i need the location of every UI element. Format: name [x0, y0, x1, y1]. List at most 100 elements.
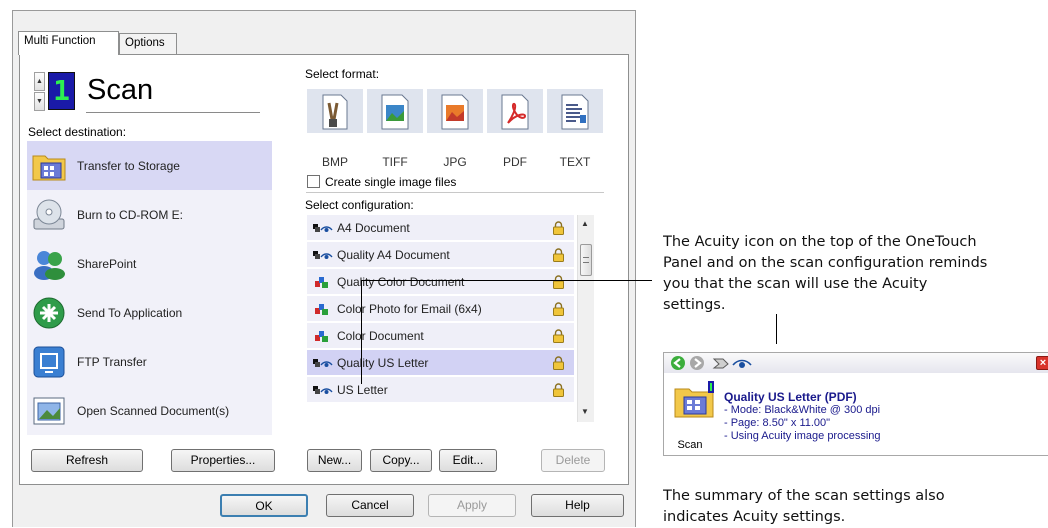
- select-configuration-label: Select configuration:: [305, 198, 414, 212]
- pdf-icon: [501, 94, 529, 130]
- lock-icon: [553, 302, 564, 316]
- annotation-line: indicates Acuity settings.: [663, 509, 846, 525]
- bmp-icon: [322, 94, 348, 130]
- back-icon[interactable]: [670, 355, 686, 371]
- configuration-item[interactable]: Quality US Letter: [307, 350, 574, 377]
- format-tiff[interactable]: [367, 89, 423, 133]
- delete-button[interactable]: Delete: [541, 449, 605, 472]
- destination-item-ftp-transfer[interactable]: FTP Transfer: [27, 337, 272, 386]
- configuration-label: Color Photo for Email (6x4): [337, 301, 482, 316]
- acuity-eye-icon: [313, 250, 333, 259]
- destination-item-sharepoint[interactable]: SharePoint: [27, 239, 272, 288]
- acuity-eye-icon: [313, 385, 333, 394]
- configuration-label: US Letter: [337, 382, 388, 397]
- format-label-jpg: JPG: [443, 155, 467, 169]
- configuration-label: Quality Color Document: [337, 274, 465, 289]
- text-icon: [561, 94, 589, 130]
- tab-multi-function[interactable]: Multi Function: [18, 31, 119, 55]
- lock-icon: [553, 275, 564, 289]
- format-label-tiff: TIFF: [382, 155, 408, 169]
- title-underline: [86, 112, 260, 113]
- onetouch-panel: × Scan Quality US Letter (PDF) - Mode: B…: [663, 352, 1048, 456]
- annotation-line: The summary of the scan settings also: [663, 488, 945, 504]
- select-format-label: Select format:: [305, 67, 380, 81]
- scroll-thumb[interactable]: [580, 244, 592, 276]
- configuration-item[interactable]: Color Photo for Email (6x4): [307, 296, 574, 323]
- folder-storage-icon[interactable]: [672, 379, 716, 419]
- configuration-label: Color Document: [337, 328, 424, 343]
- format-label-text: TEXT: [559, 155, 591, 169]
- summary-lines: - Mode: Black&White @ 300 dpi - Page: 8.…: [724, 404, 881, 443]
- configuration-item[interactable]: Color Document: [307, 323, 574, 350]
- configuration-item[interactable]: US Letter: [307, 377, 574, 404]
- destination-item-send-to-application[interactable]: Send To Application: [27, 288, 272, 337]
- destination-item-transfer-to-storage[interactable]: Transfer to Storage: [27, 141, 272, 190]
- callout-line-vertical: [361, 280, 362, 384]
- scan-title: Scan: [87, 74, 154, 106]
- tab-panel: ▲ ▼ 1 Scan Select destination: Transfer …: [19, 54, 629, 485]
- single-image-checkbox[interactable]: [307, 175, 320, 188]
- edit-button[interactable]: Edit...: [439, 449, 497, 472]
- properties-button[interactable]: Properties...: [171, 449, 275, 472]
- destination-list: Transfer to Storage Burn to CD-ROM E: Sh…: [27, 141, 272, 435]
- color-icon: [315, 303, 328, 315]
- lock-icon: [553, 383, 564, 397]
- destination-item-open-scanned-documents[interactable]: Open Scanned Document(s): [27, 386, 272, 435]
- color-icon: [315, 276, 328, 288]
- scanner-settings-icon[interactable]: [712, 356, 730, 370]
- tiff-icon: [381, 94, 409, 130]
- summary-line: - Mode: Black&White @ 300 dpi: [724, 404, 881, 416]
- annotation-acuity: The Acuity icon on the top of the OneTou…: [663, 232, 1048, 316]
- lock-icon: [553, 329, 564, 343]
- spin-down-icon[interactable]: ▼: [34, 92, 45, 111]
- scan-number-display: 1: [48, 72, 75, 110]
- cd-rom-icon: [33, 199, 65, 229]
- spin-up-icon[interactable]: ▲: [34, 72, 45, 91]
- copy-button[interactable]: Copy...: [370, 449, 432, 472]
- refresh-button[interactable]: Refresh: [31, 449, 143, 472]
- color-icon: [315, 330, 328, 342]
- sharepoint-icon: [34, 250, 65, 280]
- format-text[interactable]: [547, 89, 603, 133]
- lock-icon: [553, 248, 564, 262]
- configuration-label: Quality US Letter: [337, 355, 429, 370]
- cancel-button[interactable]: Cancel: [326, 494, 414, 517]
- destination-label: SharePoint: [77, 256, 137, 271]
- format-pdf[interactable]: [487, 89, 543, 133]
- divider: [306, 192, 604, 193]
- close-icon[interactable]: ×: [1036, 356, 1048, 370]
- format-label-bmp: BMP: [321, 155, 348, 169]
- scroll-up-icon[interactable]: ▲: [581, 219, 589, 228]
- panel-toolbar: ×: [664, 353, 1048, 373]
- configuration-item[interactable]: Quality A4 Document: [307, 242, 574, 269]
- folder-storage-icon: [32, 155, 66, 180]
- format-jpg[interactable]: [427, 89, 483, 133]
- summary-line: - Using Acuity image processing: [724, 430, 881, 442]
- format-bmp[interactable]: [307, 89, 363, 133]
- new-button[interactable]: New...: [307, 449, 362, 472]
- destination-label: FTP Transfer: [77, 354, 147, 369]
- summary-title: Quality US Letter (PDF): [724, 390, 857, 404]
- tab-options[interactable]: Options: [119, 33, 177, 55]
- config-scrollbar[interactable]: ▲ ▼: [577, 215, 594, 422]
- configuration-item[interactable]: Quality Color Document: [307, 269, 574, 296]
- destination-item-burn-cd[interactable]: Burn to CD-ROM E:: [27, 190, 272, 239]
- acuity-eye-icon: [732, 359, 752, 368]
- callout-line-horizontal: [361, 280, 652, 281]
- destination-label: Burn to CD-ROM E:: [77, 207, 184, 222]
- help-button[interactable]: Help: [531, 494, 624, 517]
- onetouch-properties-dialog: Multi Function Options ▲ ▼ 1 Scan Select…: [12, 10, 636, 527]
- format-strip: BMP TIFF JPG PDF TEXT: [307, 85, 604, 180]
- forward-icon[interactable]: [689, 355, 705, 371]
- ok-button[interactable]: OK: [220, 494, 308, 517]
- annotation-line: you that the scan will use the Acuity: [663, 276, 928, 292]
- configuration-item[interactable]: A4 Document: [307, 215, 574, 242]
- destination-label: Transfer to Storage: [77, 158, 180, 173]
- panel-scan-label: Scan: [677, 439, 703, 451]
- acuity-eye-icon: [313, 223, 333, 232]
- summary-line: - Page: 8.50" x 11.00": [724, 417, 831, 429]
- scroll-down-icon[interactable]: ▼: [581, 407, 589, 416]
- callout-line-panel: [776, 314, 777, 344]
- lock-icon: [553, 356, 564, 370]
- apply-button[interactable]: Apply: [428, 494, 516, 517]
